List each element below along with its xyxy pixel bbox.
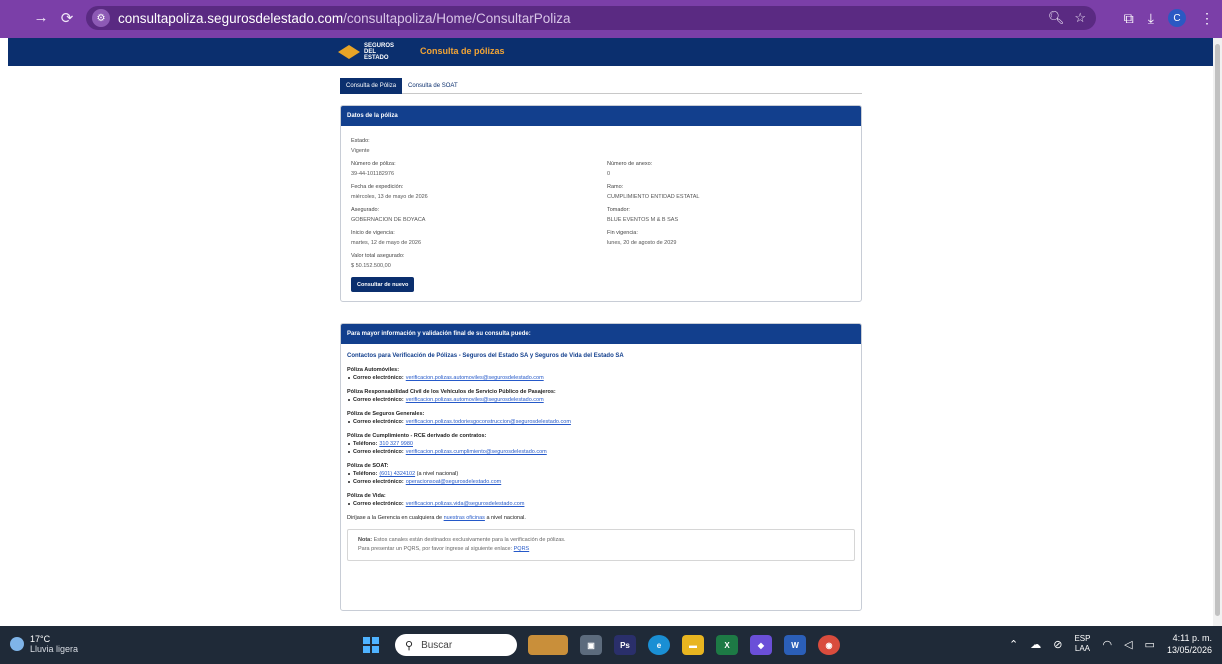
tab-bar: Consulta de Póliza Consulta de SOAT — [340, 78, 862, 94]
copilot-icon[interactable]: ◆ — [750, 635, 772, 655]
site-header: SEGUROS DEL ESTADO Consulta de pólizas — [8, 38, 1213, 66]
page-title: Consulta de pólizas — [420, 46, 505, 56]
phone-link[interactable]: (601) 4324102 — [379, 471, 415, 477]
section-title: Póliza de Seguros Generales: — [347, 411, 425, 417]
onedrive-icon[interactable]: ☁ — [1030, 638, 1041, 651]
menu-icon[interactable]: ⋮ — [1200, 10, 1214, 27]
contact-info-card: Para mayor información y validación fina… — [340, 323, 862, 611]
contacts-headline: Contactos para Verificación de Pólizas -… — [347, 353, 624, 359]
logo-mark — [338, 45, 360, 59]
section-title: Póliza de SOAT: — [347, 463, 389, 469]
wifi-icon[interactable]: ◠ — [1102, 638, 1112, 651]
weather-widget[interactable]: 17°C Lluvia ligera — [10, 634, 78, 654]
logo-line3: ESTADO — [364, 55, 389, 61]
field-fecha-expedicion: Fecha de expedición: miércoles, 13 de ma… — [351, 184, 428, 200]
clock[interactable]: 4:11 p. m. 13/05/2026 — [1167, 632, 1212, 656]
seguros-del-estado-logo: SEGUROS DEL ESTADO — [338, 42, 410, 62]
battery-icon[interactable]: ▭ — [1145, 638, 1155, 651]
section-soat: Póliza de SOAT: Teléfono: (601) 4324102 (… — [347, 463, 855, 485]
policy-card-header: Datos de la póliza — [341, 106, 861, 126]
tab-consulta-soat[interactable]: Consulta de SOAT — [402, 78, 464, 94]
info-card-header: Para mayor información y validación fina… — [341, 324, 861, 344]
offices-link[interactable]: nuestras oficinas — [444, 515, 485, 521]
chrome-icon[interactable]: ◉ — [818, 635, 840, 655]
word-icon[interactable]: W — [784, 635, 806, 655]
excel-icon[interactable]: X — [716, 635, 738, 655]
email-link[interactable]: verificacion.polizas.cumplimiento@seguro… — [406, 449, 547, 455]
edge-icon[interactable]: e — [648, 635, 670, 655]
section-seguros-generales: Póliza de Seguros Generales: Correo elec… — [347, 411, 855, 425]
weather-icon — [10, 637, 24, 651]
tab-consulta-poliza[interactable]: Consulta de Póliza — [340, 78, 403, 94]
section-title: Póliza de Cumplimiento - RCE derivado de… — [347, 433, 487, 439]
scrollbar-thumb[interactable] — [1215, 44, 1220, 616]
email-link[interactable]: verificacion.polizas.automoviles@seguros… — [406, 397, 544, 403]
section-responsabilidad-civil: Póliza Responsabilidad Civil de los Vehí… — [347, 389, 855, 403]
windows-taskbar: 17°C Lluvia ligera ⚲ Buscar ▣ Ps e ▬ X ◆… — [0, 626, 1222, 664]
chevron-up-icon[interactable]: ⌃ — [1009, 638, 1018, 651]
email-link[interactable]: verificacion.polizas.vida@segurosdelesta… — [406, 501, 525, 507]
field-numero-anexo: Número de anexo: 0 — [607, 161, 653, 177]
zoom-icon[interactable]: 🔍︎ — [1048, 10, 1065, 26]
windows-start-icon[interactable] — [363, 637, 379, 653]
section-title: Póliza Responsabilidad Civil de los Vehí… — [347, 389, 556, 395]
taskbar-search[interactable]: ⚲ Buscar — [395, 634, 517, 656]
system-tray: ⌃ ☁ ⊘ ESP LAA ◠ ◁ ▭ 4:11 p. m. 13/05/202… — [1009, 632, 1212, 656]
widgets-icon[interactable] — [528, 635, 568, 655]
field-valor-asegurado: Valor total asegurado: $ 50.152.500,00 — [351, 253, 405, 269]
section-title: Póliza de Vida: — [347, 493, 386, 499]
email-link[interactable]: verificacion.polizas.automoviles@seguros… — [406, 375, 544, 381]
file-explorer-icon[interactable]: ▬ — [682, 635, 704, 655]
taskbar-apps: ▣ Ps e ▬ X ◆ W ◉ — [528, 635, 840, 655]
download-icon[interactable]: ⤓ — [1148, 10, 1154, 27]
field-ramo: Ramo: CUMPLIMIENTO ENTIDAD ESTATAL — [607, 184, 700, 200]
forward-icon[interactable]: → — [30, 9, 52, 26]
profile-avatar[interactable]: C — [1168, 9, 1186, 27]
task-view-icon[interactable]: ▣ — [580, 635, 602, 655]
reload-icon[interactable]: ⟳ — [56, 9, 78, 27]
volume-icon[interactable]: ◁ — [1124, 638, 1132, 651]
note-box: Nota: Estos canales están destinados exc… — [347, 529, 855, 561]
language-indicator[interactable]: ESP LAA — [1074, 634, 1090, 654]
field-numero-poliza: Número de póliza: 39-44-101182976 — [351, 161, 396, 177]
photoshop-icon[interactable]: Ps — [614, 635, 636, 655]
offices-text: Diríjase a la Gerencia en cualquiera de … — [347, 515, 526, 521]
search-icon: ⚲ — [405, 639, 414, 652]
section-title: Póliza Automóviles: — [347, 367, 400, 373]
consultar-de-nuevo-button[interactable]: Consultar de nuevo — [351, 277, 415, 292]
section-vida: Póliza de Vida: Correo electrónico: verif… — [347, 493, 855, 507]
bookmark-star-icon[interactable]: ☆ — [1074, 10, 1086, 26]
location-off-icon[interactable]: ⊘ — [1053, 638, 1062, 651]
pqrs-link[interactable]: PQRS — [514, 546, 530, 552]
policy-data-card: Datos de la póliza Estado: Vigente Númer… — [340, 105, 862, 302]
field-fin-vigencia: Fin vigencia: lunes, 20 de agosto de 202… — [607, 230, 677, 246]
email-link[interactable]: operacionsoat@segurosdelestado.com — [406, 479, 501, 485]
field-tomador: Tomador: BLUE EVENTOS M & B SAS — [607, 207, 679, 223]
browser-toolbar: → ⟳ ⚙ consultapoliza.segurosdelestado.co… — [0, 0, 1222, 38]
address-bar[interactable]: ⚙ consultapoliza.segurosdelestado.com/co… — [86, 6, 1096, 30]
extensions-icon[interactable]: ⧉ — [1124, 10, 1134, 27]
field-asegurado: Asegurado: GOBERNACION DE BOYACA — [351, 207, 426, 223]
email-link[interactable]: verificacion.polizas.todoriesgoconstrucc… — [406, 419, 571, 425]
section-cumplimiento: Póliza de Cumplimiento - RCE derivado de… — [347, 433, 855, 455]
site-info-icon[interactable]: ⚙ — [92, 9, 110, 27]
phone-link[interactable]: 310 327 9980 — [379, 441, 413, 447]
field-estado: Estado: Vigente — [351, 138, 370, 154]
section-automoviles: Póliza Automóviles: Correo electrónico: v… — [347, 367, 855, 381]
field-inicio-vigencia: Inicio de vigencia: martes, 12 de mayo d… — [351, 230, 422, 246]
url-text: consultapoliza.segurosdelestado.com/cons… — [118, 10, 571, 26]
